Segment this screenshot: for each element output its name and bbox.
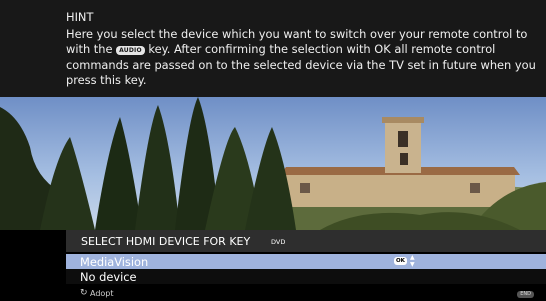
adopt-circle-icon: ↻ [80,288,88,298]
device-option-mediavision[interactable]: MediaVision OK ▲ ▼ [66,254,546,269]
tv-screen: HINT Here you select the device which yo… [0,0,546,301]
menu-title: SELECT HDMI DEVICE FOR KEY [81,235,251,248]
background-photo [0,97,546,230]
device-option-label: MediaVision [80,255,149,269]
hdmi-device-menu: SELECT HDMI DEVICE FOR KEY DVD MediaVisi… [0,230,546,301]
menu-key-name: DVD [271,238,286,246]
ok-key-icon: OK [394,257,407,265]
device-option-no-device[interactable]: No device [66,269,546,284]
hint-content: HINT Here you select the device which yo… [66,10,536,89]
menu-footer: ↻ Adopt END [66,286,546,301]
menu-header: SELECT HDMI DEVICE FOR KEY DVD [66,230,546,252]
up-down-arrows-icon: ▲ ▼ [410,254,415,268]
audio-key-icon: AUDIO [116,46,145,56]
hint-panel: HINT Here you select the device which yo… [0,0,546,97]
adopt-label: Adopt [90,289,114,298]
hint-text: Here you select the device which you wan… [66,27,536,89]
end-key-icon: END [517,291,534,298]
landscape-image [0,97,546,230]
device-option-label: No device [80,270,137,284]
hint-title: HINT [66,10,94,24]
